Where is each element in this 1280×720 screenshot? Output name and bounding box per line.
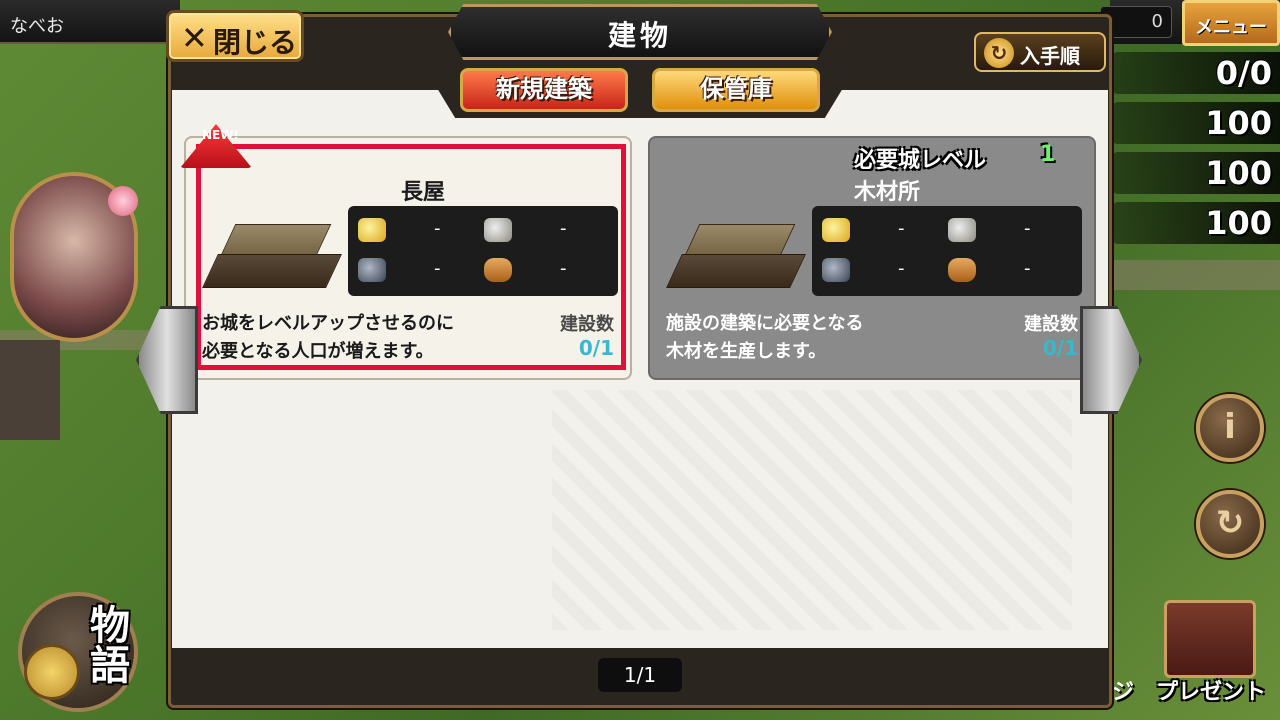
gold-cost: - (434, 218, 441, 239)
new-badge-label: NEW! (202, 128, 239, 142)
cost-panel: - - - - (348, 206, 618, 296)
stone-icon (484, 218, 512, 242)
present-label: プレゼント (1156, 680, 1267, 705)
iron-icon (822, 258, 850, 282)
resource-value: 100 (1205, 154, 1272, 192)
building-card-nagaya[interactable]: 長屋 - - - - お城をレベルアップさせるのに 必要となる人口が増えます。 … (184, 136, 632, 380)
resource-value: 100 (1205, 104, 1272, 142)
faded-background-map (552, 390, 1072, 630)
stone-cost: - (1024, 218, 1031, 239)
iron-cost: - (898, 258, 905, 279)
refresh-icon: ↻ (984, 38, 1014, 68)
gold-icon (358, 218, 386, 242)
description-line: 必要となる人口が増えます。 (202, 341, 434, 362)
bottom-partial-label: ジ (1112, 680, 1135, 705)
present-button[interactable] (1164, 600, 1256, 678)
cost-panel: - - - - (812, 206, 1082, 296)
sort-label: 入手順 (1020, 44, 1080, 68)
refresh-button[interactable]: ↻ (1196, 490, 1264, 558)
description-line: お城をレベルアップさせるのに (202, 313, 454, 334)
built-count-label: 建設数 (560, 314, 614, 335)
story-label: 物語 (83, 604, 129, 684)
wood-icon (948, 258, 976, 282)
resource-value: 0/0 (1215, 54, 1272, 92)
built-count-label: 建設数 (1024, 314, 1078, 335)
gold-cost: - (898, 218, 905, 239)
menu-button[interactable]: メニュー (1182, 0, 1280, 46)
lumber-mill-building-image (666, 224, 806, 290)
refresh-icon: ↻ (1215, 503, 1245, 543)
page-indicator: 1/1 (598, 658, 682, 692)
sort-order-button[interactable]: ↻ 入手順 (974, 32, 1106, 72)
built-count-value: 0/1 (1042, 336, 1078, 360)
built-count-value: 0/1 (578, 336, 614, 360)
flower-ornament-icon (108, 186, 138, 216)
resource-row: 100 (1112, 102, 1280, 144)
coin-icon (24, 644, 80, 700)
required-castle-level-label: 必要城レベル (854, 148, 987, 173)
close-label: 閉じる (213, 26, 298, 59)
resource-row: 0/0 (1112, 52, 1280, 94)
player-name: なべお (10, 16, 64, 37)
info-button[interactable]: i (1196, 394, 1264, 462)
resource-value: 100 (1205, 204, 1272, 242)
player-bar: なべお (0, 0, 180, 44)
resource-row: 100 (1112, 152, 1280, 194)
gold-icon (822, 218, 850, 242)
modal-title: 建物 (607, 19, 672, 52)
wood-cost: - (1024, 258, 1031, 279)
iron-cost: - (434, 258, 441, 279)
stone-icon (948, 218, 976, 242)
stone-cost: - (560, 218, 567, 239)
close-icon: ✕ (181, 19, 208, 57)
close-button[interactable]: ✕ 閉じる (166, 10, 304, 62)
wood-icon (484, 258, 512, 282)
info-icon: i (1224, 407, 1236, 447)
description-line: 施設の建築に必要となる (666, 313, 864, 334)
tab-new-construction[interactable]: 新規建築 (460, 68, 628, 112)
wood-cost: - (560, 258, 567, 279)
required-castle-level-value: 1 (1040, 142, 1056, 167)
tab-storage[interactable]: 保管庫 (652, 68, 820, 112)
building-description: お城をレベルアップさせるのに 必要となる人口が増えます。 (202, 310, 532, 366)
iron-icon (358, 258, 386, 282)
resource-row: 100 (1112, 202, 1280, 244)
description-line: 木材を生産します。 (666, 341, 827, 362)
building-name: 長屋 (400, 180, 445, 205)
building-description: 施設の建築に必要となる 木材を生産します。 (666, 310, 996, 366)
building-name: 木材所 (853, 180, 920, 205)
nagaya-building-image (202, 224, 342, 290)
